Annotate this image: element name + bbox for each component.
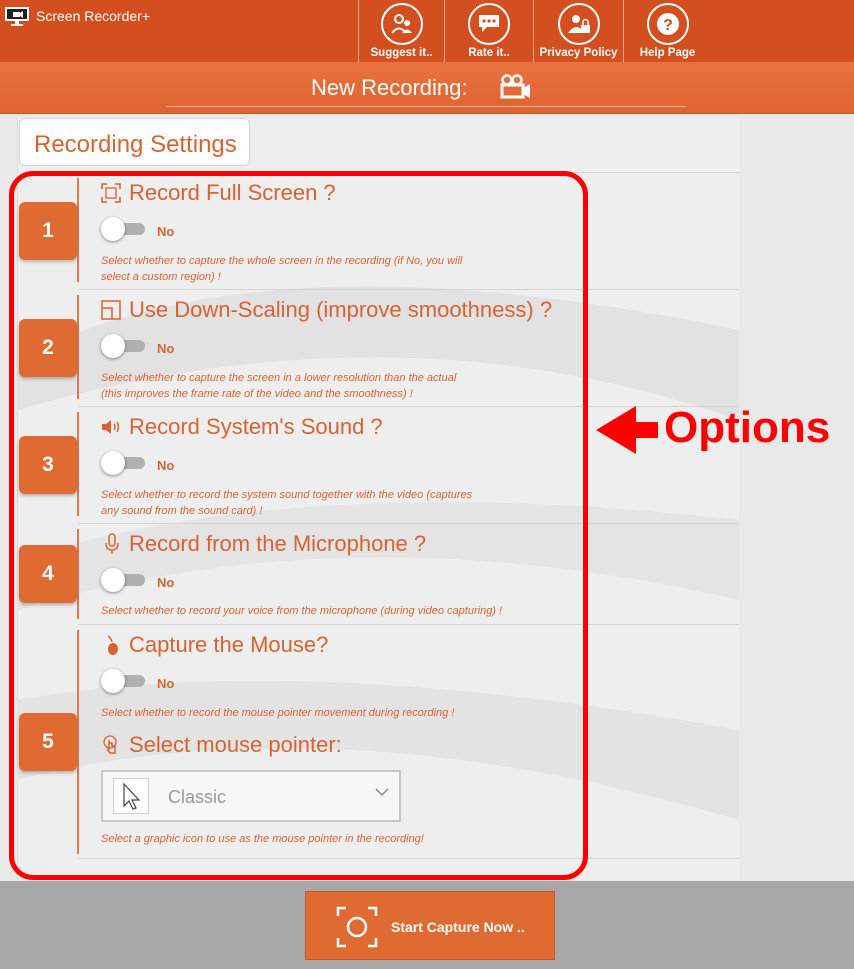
divider: [78, 289, 739, 290]
option-title: Capture the Mouse?: [129, 632, 329, 657]
rate-button[interactable]: Rate it..: [444, 0, 533, 62]
pointer-dash: -: [368, 733, 376, 758]
toggle-state: No: [157, 224, 175, 239]
toggle-state: No: [157, 575, 175, 590]
chevron-down-icon: [375, 788, 389, 797]
full-screen-toggle[interactable]: [101, 217, 145, 241]
capture-mouse-toggle[interactable]: [101, 669, 145, 693]
toggle-state: No: [157, 341, 175, 356]
video-camera-icon: [500, 74, 530, 99]
option-number-badge: 2: [19, 319, 77, 377]
pointer-style-dropdown[interactable]: Classic: [101, 770, 401, 822]
new-recording-header: New Recording:: [0, 62, 854, 114]
option-title: Record System's Sound ?: [129, 414, 383, 439]
app-logo-icon: [5, 7, 29, 26]
users-icon: [380, 3, 423, 45]
fullscreen-icon: [101, 183, 121, 203]
microphone-icon: [105, 533, 119, 554]
header-divider: [166, 106, 686, 107]
option-title: Record Full Screen ?: [129, 180, 336, 205]
select-pointer-title: Select mouse pointer:: [129, 732, 342, 757]
recording-settings-tab[interactable]: Recording Settings: [19, 118, 250, 166]
down-scaling-toggle[interactable]: [101, 334, 145, 358]
speaker-icon: [102, 420, 120, 434]
start-capture-button[interactable]: Start Capture Now ..: [305, 891, 555, 960]
svg-text:?: ?: [663, 17, 673, 34]
mouse-icon: [107, 635, 118, 655]
divider: [78, 172, 739, 173]
option-accent-bar: [77, 178, 79, 282]
page-title: New Recording:: [311, 75, 468, 100]
pointer-hand-icon: [103, 735, 117, 754]
start-capture-label: Start Capture Now ..: [391, 919, 525, 935]
option-title: Record from the Microphone ?: [129, 531, 427, 556]
divider: [78, 858, 739, 859]
options-annotation-label: Options: [664, 403, 831, 452]
suggest-label: Suggest it..: [370, 47, 433, 59]
option-accent-bar: [77, 529, 79, 619]
privacy-policy-button[interactable]: Privacy Policy: [533, 0, 623, 62]
pointer-description: Select a graphic icon to use as the mous…: [101, 833, 424, 845]
option-number-badge: 5: [19, 713, 77, 771]
option-accent-bar: [77, 630, 79, 854]
option-description: Select whether to capture the whole scre…: [101, 255, 463, 283]
help-icon: ?: [646, 3, 689, 45]
comment-icon: [468, 3, 510, 45]
arrow-left-icon: [596, 406, 658, 454]
option-accent-bar: [77, 295, 79, 399]
option-description: Select whether to record the system soun…: [101, 489, 473, 517]
toggle-state: No: [157, 676, 175, 691]
cursor-arrow-icon: [123, 782, 141, 810]
option-number-badge: 4: [19, 545, 77, 603]
user-lock-icon: [557, 3, 600, 45]
option-description: Select whether to record your voice from…: [101, 605, 503, 617]
privacy-policy-label: Privacy Policy: [539, 47, 618, 59]
app-title: Screen Recorder+: [36, 8, 151, 24]
option-number-badge: 1: [19, 202, 77, 260]
microphone-toggle[interactable]: [101, 568, 145, 592]
toggle-state: No: [157, 458, 175, 473]
downscale-icon: [101, 300, 121, 320]
divider: [78, 624, 739, 625]
title-bar: Screen Recorder+ Suggest it.. Rate it.. …: [0, 0, 854, 62]
pointer-preview: [113, 778, 149, 814]
system-sound-toggle[interactable]: [101, 451, 145, 475]
rate-label: Rate it..: [468, 47, 510, 59]
option-title: Use Down-Scaling (improve smoothness) ?: [129, 297, 553, 322]
option-description: Select whether to record the mouse point…: [101, 707, 455, 719]
option-accent-bar: [77, 412, 79, 516]
pointer-selected-value: Classic: [168, 787, 227, 807]
option-description: Select whether to capture the screen in …: [101, 372, 457, 400]
option-number-badge: 3: [19, 436, 77, 494]
help-page-button[interactable]: ? Help Page: [623, 0, 711, 62]
capture-target-icon: [336, 906, 378, 948]
divider: [78, 523, 739, 524]
suggest-button[interactable]: Suggest it..: [358, 0, 444, 62]
help-page-label: Help Page: [639, 47, 696, 59]
